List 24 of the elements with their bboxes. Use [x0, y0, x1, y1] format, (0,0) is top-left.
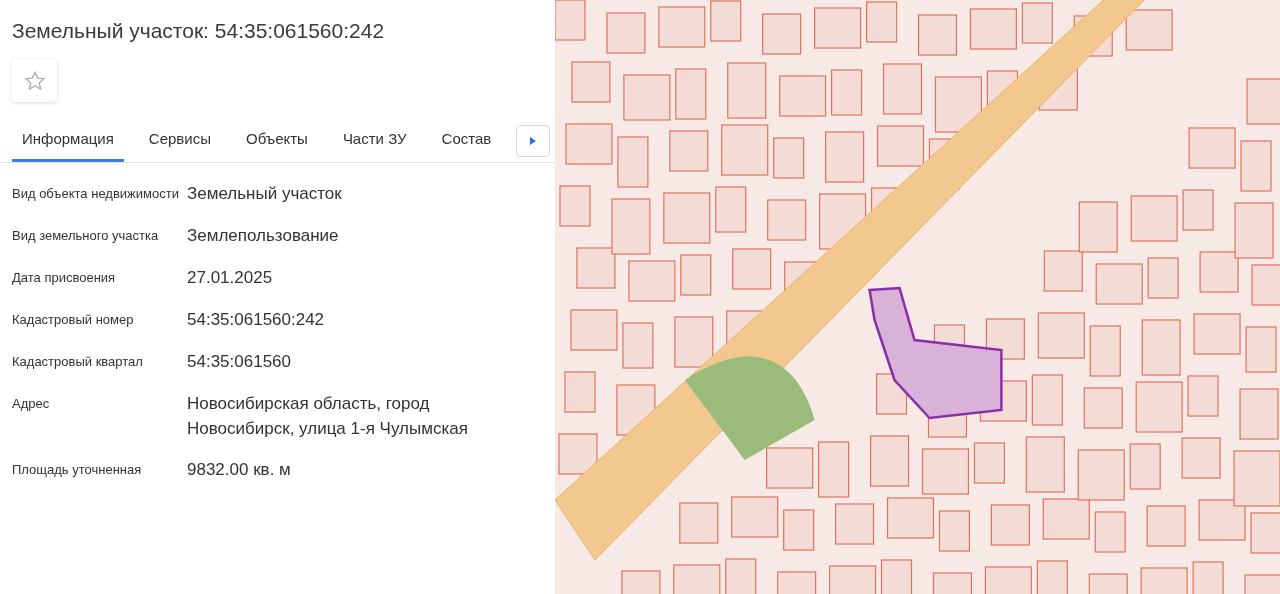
- property-label: Дата присвоения: [12, 269, 117, 287]
- property-label: Вид земельного участка: [12, 227, 160, 245]
- property-value: 9832.00 кв. м: [187, 459, 292, 481]
- property-value: 54:35:061560:242: [187, 309, 326, 331]
- property-label: Кадастровый квартал: [12, 353, 144, 371]
- tab[interactable]: Объекты: [236, 120, 318, 162]
- property-value: Земельный участок: [187, 183, 343, 205]
- property-value: Новосибирская область, город Новосибирск, улица 1-я Чулымская: [187, 393, 469, 440]
- property-value: 27.01.2025: [187, 267, 274, 289]
- caret-icon: [530, 137, 537, 145]
- tab[interactable]: Состав: [431, 120, 502, 162]
- property-label: Кадастровый номер: [12, 311, 135, 329]
- scroll-tabs-button[interactable]: [516, 125, 551, 157]
- tab[interactable]: Информация: [12, 120, 124, 162]
- property-label: Площадь уточненная: [12, 461, 143, 479]
- tab[interactable]: Сервисы: [138, 120, 221, 162]
- star-icon: [23, 69, 46, 92]
- property-value: 54:35:061560: [187, 351, 292, 373]
- property-label: Адрес: [12, 395, 51, 413]
- property-label: Вид объекта недвижимости: [12, 185, 180, 203]
- favorite-button[interactable]: [12, 59, 57, 102]
- tab[interactable]: Части ЗУ: [332, 120, 417, 162]
- page-title: Земельный участок: 54:35:061560:242: [12, 19, 386, 43]
- property-value: Землепользование: [187, 225, 340, 247]
